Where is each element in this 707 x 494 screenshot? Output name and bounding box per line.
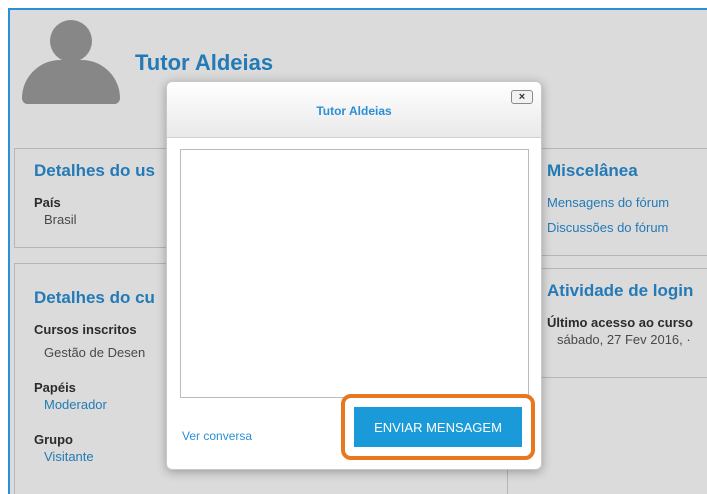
dialog-header: Tutor Aldeias × [167, 82, 541, 138]
dialog-title: Tutor Aldeias [316, 104, 392, 118]
send-message-dialog: Tutor Aldeias × Ver conversa ENVIAR MENS… [166, 81, 542, 470]
send-button-highlight: ENVIAR MENSAGEM [341, 394, 535, 460]
send-message-button[interactable]: ENVIAR MENSAGEM [354, 407, 522, 447]
message-textarea[interactable] [180, 149, 529, 398]
page-frame: Tutor Aldeias Detalhes do us País Brasil… [8, 8, 707, 494]
close-button[interactable]: × [511, 90, 533, 104]
view-conversation-link[interactable]: Ver conversa [182, 429, 252, 443]
